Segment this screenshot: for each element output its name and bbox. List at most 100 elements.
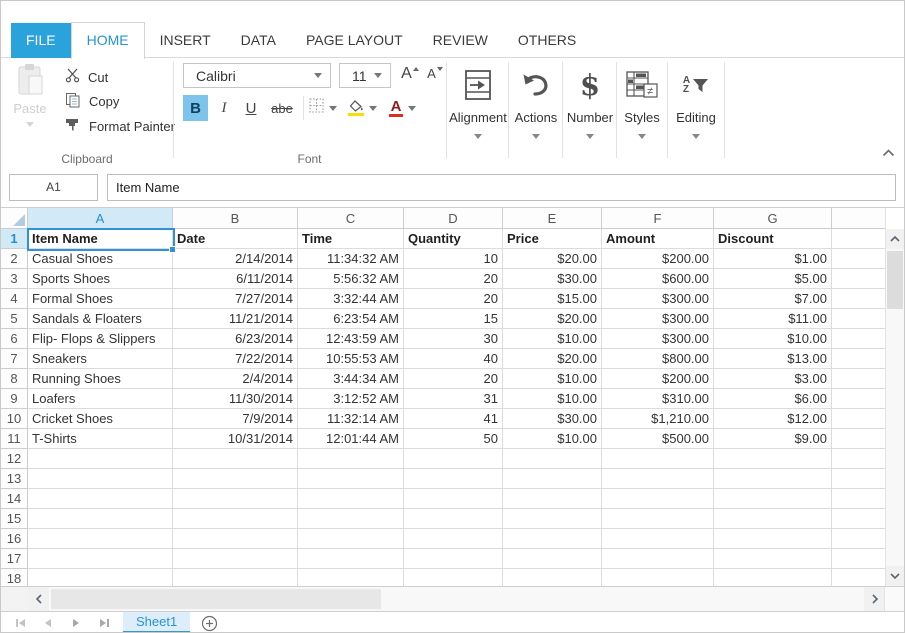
cell-B17[interactable] <box>173 549 298 569</box>
cell-D10[interactable]: 41 <box>404 409 503 429</box>
row-header-7[interactable]: 7 <box>1 349 28 369</box>
cell-D6[interactable]: 30 <box>404 329 503 349</box>
cell-F6[interactable]: $300.00 <box>602 329 714 349</box>
paste-button[interactable]: Paste <box>7 62 53 148</box>
scroll-left-button[interactable] <box>28 587 49 611</box>
tab-others[interactable]: OTHERS <box>503 23 591 58</box>
font-size-combobox[interactable]: 11 <box>339 63 391 88</box>
cell-G10[interactable]: $12.00 <box>714 409 832 429</box>
add-sheet-button[interactable] <box>201 612 218 633</box>
cell-F16[interactable] <box>602 529 714 549</box>
cell-H2[interactable] <box>832 249 887 269</box>
row-header-4[interactable]: 4 <box>1 289 28 309</box>
last-sheet-button[interactable] <box>95 612 113 633</box>
cell-F7[interactable]: $800.00 <box>602 349 714 369</box>
scroll-down-button[interactable] <box>886 566 904 586</box>
cell-D14[interactable] <box>404 489 503 509</box>
column-header-F[interactable]: F <box>602 208 714 229</box>
vscroll-track[interactable] <box>886 249 904 566</box>
fill-color-button[interactable] <box>348 95 377 121</box>
cell-B5[interactable]: 11/21/2014 <box>173 309 298 329</box>
font-color-button[interactable]: A <box>389 95 416 121</box>
actions-dropdown-button[interactable]: Actions <box>510 62 562 158</box>
cell-D11[interactable]: 50 <box>404 429 503 449</box>
cell-F15[interactable] <box>602 509 714 529</box>
cell-H17[interactable] <box>832 549 887 569</box>
cell-B15[interactable] <box>173 509 298 529</box>
cell-D16[interactable] <box>404 529 503 549</box>
cell-F4[interactable]: $300.00 <box>602 289 714 309</box>
cell-B13[interactable] <box>173 469 298 489</box>
cell-A4[interactable]: Formal Shoes <box>28 289 173 309</box>
cell-F10[interactable]: $1,210.00 <box>602 409 714 429</box>
cell-E8[interactable]: $10.00 <box>503 369 602 389</box>
cell-C7[interactable]: 10:55:53 AM <box>298 349 404 369</box>
row-header-13[interactable]: 13 <box>1 469 28 489</box>
cell-A8[interactable]: Running Shoes <box>28 369 173 389</box>
cell-D12[interactable] <box>404 449 503 469</box>
cell-H12[interactable] <box>832 449 887 469</box>
cell-D8[interactable]: 20 <box>404 369 503 389</box>
cell-C1[interactable]: Time <box>298 229 404 249</box>
borders-button[interactable] <box>309 95 337 121</box>
sheet-tab-sheet1[interactable]: Sheet1 <box>123 612 190 633</box>
cell-E1[interactable]: Price <box>503 229 602 249</box>
cell-E10[interactable]: $30.00 <box>503 409 602 429</box>
row-header-3[interactable]: 3 <box>1 269 28 289</box>
column-header-C[interactable]: C <box>298 208 404 229</box>
cell-G6[interactable]: $10.00 <box>714 329 832 349</box>
cell-D4[interactable]: 20 <box>404 289 503 309</box>
cell-C6[interactable]: 12:43:59 AM <box>298 329 404 349</box>
cell-A16[interactable] <box>28 529 173 549</box>
cell-A3[interactable]: Sports Shoes <box>28 269 173 289</box>
cell-E15[interactable] <box>503 509 602 529</box>
cell-C15[interactable] <box>298 509 404 529</box>
cell-B4[interactable]: 7/27/2014 <box>173 289 298 309</box>
tab-file[interactable]: FILE <box>11 23 71 58</box>
cell-F1[interactable]: Amount <box>602 229 714 249</box>
column-header-D[interactable]: D <box>404 208 503 229</box>
italic-button[interactable]: I <box>212 95 236 121</box>
cell-F2[interactable]: $200.00 <box>602 249 714 269</box>
cell-H9[interactable] <box>832 389 887 409</box>
tab-insert[interactable]: INSERT <box>145 23 226 58</box>
cell-E17[interactable] <box>503 549 602 569</box>
cell-H10[interactable] <box>832 409 887 429</box>
row-header-14[interactable]: 14 <box>1 489 28 509</box>
cell-E3[interactable]: $30.00 <box>503 269 602 289</box>
cell-B18[interactable] <box>173 569 298 586</box>
cell-G17[interactable] <box>714 549 832 569</box>
cell-B7[interactable]: 7/22/2014 <box>173 349 298 369</box>
cell-A13[interactable] <box>28 469 173 489</box>
bold-button[interactable]: B <box>183 95 208 121</box>
cell-F11[interactable]: $500.00 <box>602 429 714 449</box>
format-painter-button[interactable]: Format Painter <box>65 116 175 136</box>
cell-C18[interactable] <box>298 569 404 586</box>
cell-A7[interactable]: Sneakers <box>28 349 173 369</box>
cell-C16[interactable] <box>298 529 404 549</box>
cell-G18[interactable] <box>714 569 832 586</box>
cell-H11[interactable] <box>832 429 887 449</box>
cell-E9[interactable]: $10.00 <box>503 389 602 409</box>
row-header-9[interactable]: 9 <box>1 389 28 409</box>
cell-B11[interactable]: 10/31/2014 <box>173 429 298 449</box>
column-header-G[interactable]: G <box>714 208 832 229</box>
hscroll-track[interactable] <box>49 587 864 611</box>
cell-A12[interactable] <box>28 449 173 469</box>
vscroll-thumb[interactable] <box>887 251 903 309</box>
select-all-button[interactable] <box>1 208 28 229</box>
row-header-1[interactable]: 1 <box>1 229 28 249</box>
cell-B6[interactable]: 6/23/2014 <box>173 329 298 349</box>
cell-H15[interactable] <box>832 509 887 529</box>
cell-H13[interactable] <box>832 469 887 489</box>
cell-G4[interactable]: $7.00 <box>714 289 832 309</box>
cell-H3[interactable] <box>832 269 887 289</box>
cell-D13[interactable] <box>404 469 503 489</box>
cell-C13[interactable] <box>298 469 404 489</box>
cell-B10[interactable]: 7/9/2014 <box>173 409 298 429</box>
first-sheet-button[interactable] <box>11 612 29 633</box>
cell-B1[interactable]: Date <box>173 229 298 249</box>
cell-G3[interactable]: $5.00 <box>714 269 832 289</box>
cell-F5[interactable]: $300.00 <box>602 309 714 329</box>
cell-H1[interactable] <box>832 229 887 249</box>
